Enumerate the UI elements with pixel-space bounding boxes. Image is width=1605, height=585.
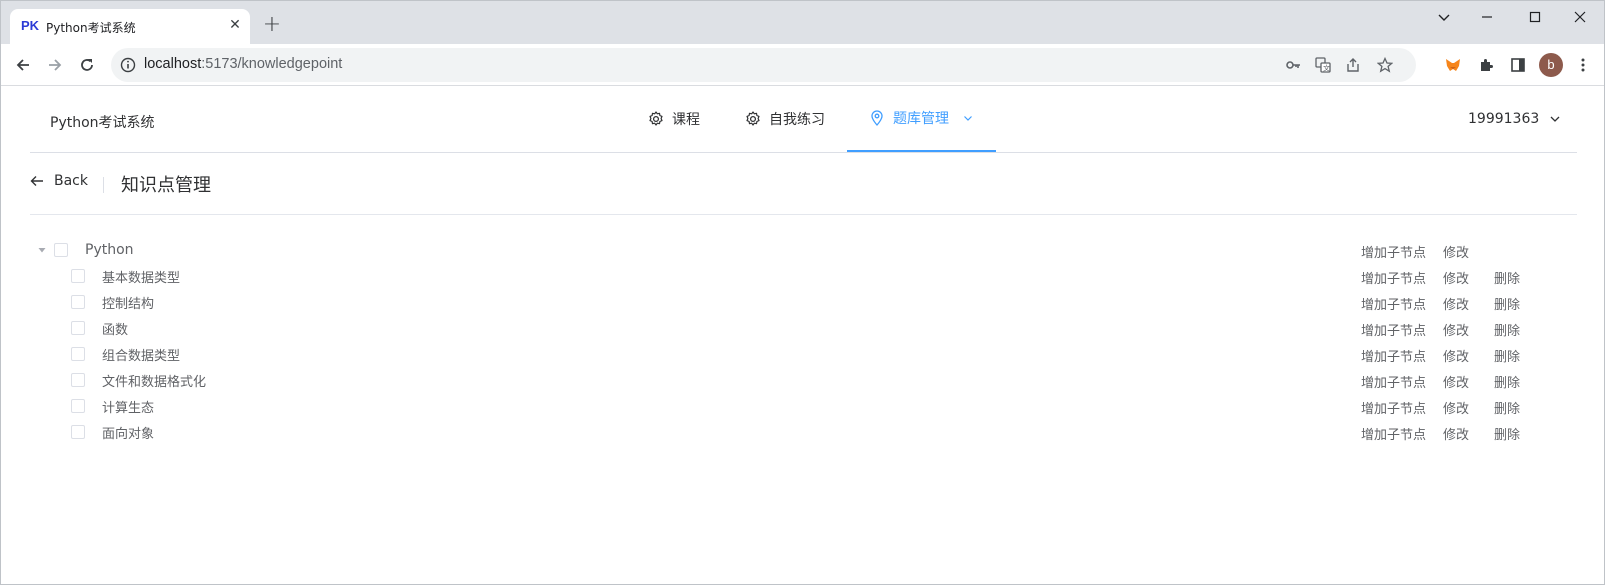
tab-search-icon[interactable] [1421, 5, 1467, 29]
delete-button[interactable]: 删除 [1494, 346, 1520, 365]
address-bar[interactable]: localhost:5173/knowledgepoint 文 [111, 48, 1416, 82]
arrow-left-icon [30, 176, 43, 186]
side-panel-icon[interactable] [1507, 54, 1529, 76]
edit-button[interactable]: 修改 [1443, 294, 1469, 313]
tab-close-icon[interactable]: ✕ [226, 16, 244, 34]
tree-node-actions: 增加子节点 修改 删除 [30, 341, 1577, 367]
tree-node[interactable]: 文件和数据格式化 增加子节点 修改 删除 [30, 367, 1577, 393]
user-dropdown[interactable]: 19991363 [1468, 86, 1561, 152]
add-child-button[interactable]: 增加子节点 [1361, 424, 1426, 443]
gear-icon [649, 111, 663, 126]
page-header: Back 知识点管理 [30, 153, 1577, 215]
forward-arrow-icon[interactable] [41, 51, 69, 79]
edit-button[interactable]: 修改 [1443, 268, 1469, 287]
menu-item-practice[interactable]: 自我练习 [745, 86, 825, 152]
menu-item-label: 题库管理 [893, 111, 949, 127]
tree-node-actions: 增加子节点 修改 [30, 237, 1577, 263]
menu-item-label: 自我练习 [769, 112, 825, 128]
tree-node-actions: 增加子节点 修改 删除 [30, 289, 1577, 315]
tree-node-actions: 增加子节点 修改 删除 [30, 367, 1577, 393]
location-icon [871, 110, 883, 126]
maximize-icon[interactable] [1512, 5, 1558, 29]
tree-node-actions: 增加子节点 修改 删除 [30, 315, 1577, 341]
menu-item-label: 课程 [672, 112, 700, 128]
add-child-button[interactable]: 增加子节点 [1361, 268, 1426, 287]
delete-button[interactable]: 删除 [1494, 424, 1520, 443]
app-header: Python考试系统 课程 自我练习 题库管理 19991363 [30, 86, 1577, 153]
tab-strip: PK Python考试系统 ✕ + [1, 1, 1604, 44]
add-child-button[interactable]: 增加子节点 [1361, 398, 1426, 417]
add-child-button[interactable]: 增加子节点 [1361, 294, 1426, 313]
delete-button[interactable]: 删除 [1494, 320, 1520, 339]
tree-node[interactable]: 函数 增加子节点 修改 删除 [30, 315, 1577, 341]
tree-node[interactable]: 面向对象 增加子节点 修改 删除 [30, 419, 1577, 445]
edit-button[interactable]: 修改 [1443, 424, 1469, 443]
site-info-icon[interactable] [119, 56, 137, 74]
back-arrow-icon[interactable] [9, 51, 37, 79]
tree-node[interactable]: 控制结构 增加子节点 修改 删除 [30, 289, 1577, 315]
menu-item-question-bank[interactable]: 题库管理 [847, 86, 996, 152]
key-icon[interactable] [1283, 55, 1303, 75]
edit-button[interactable]: 修改 [1443, 398, 1469, 417]
add-child-button[interactable]: 增加子节点 [1361, 320, 1426, 339]
tree-node[interactable]: 组合数据类型 增加子节点 修改 删除 [30, 341, 1577, 367]
back-button[interactable]: Back [30, 173, 88, 189]
svg-text:文: 文 [1323, 64, 1330, 73]
tree-root-node[interactable]: Python 增加子节点 修改 [30, 237, 1577, 263]
edit-button[interactable]: 修改 [1443, 346, 1469, 365]
add-child-button[interactable]: 增加子节点 [1361, 372, 1426, 391]
delete-button[interactable]: 删除 [1494, 294, 1520, 313]
tree-node[interactable]: 基本数据类型 增加子节点 修改 删除 [30, 263, 1577, 289]
menu-item-course[interactable]: 课程 [648, 86, 700, 152]
metamask-fox-icon[interactable] [1442, 54, 1464, 76]
share-icon[interactable] [1343, 55, 1363, 75]
gear-icon [746, 111, 760, 126]
chevron-down-icon [1550, 116, 1560, 122]
edit-button[interactable]: 修改 [1443, 242, 1469, 261]
edit-button[interactable]: 修改 [1443, 372, 1469, 391]
knowledge-tree: Python 增加子节点 修改 基本数据类型 增加子节点 修改 删除 控制结构 增加子节点 修改删… [30, 237, 1577, 445]
url-text[interactable]: localhost:5173/knowledgepoint [144, 56, 342, 72]
profile-avatar[interactable]: b [1539, 53, 1563, 77]
tree-node-actions: 增加子节点 修改 删除 [30, 393, 1577, 419]
tree-node-actions: 增加子节点 修改 删除 [30, 419, 1577, 445]
browser-toolbar: localhost:5173/knowledgepoint 文 b [1, 44, 1604, 86]
tree-node[interactable]: 计算生态 增加子节点 修改 删除 [30, 393, 1577, 419]
kebab-menu-icon[interactable] [1572, 54, 1594, 76]
user-id: 19991363 [1468, 111, 1540, 127]
browser-tab[interactable]: PK Python考试系统 ✕ [10, 9, 250, 44]
url-path: :5173/knowledgepoint [201, 56, 343, 72]
translate-icon[interactable]: 文 [1313, 55, 1333, 75]
add-child-button[interactable]: 增加子节点 [1361, 346, 1426, 365]
tree-node-actions: 增加子节点 修改 删除 [30, 263, 1577, 289]
bookmark-star-icon[interactable] [1375, 55, 1395, 75]
chevron-down-icon [964, 116, 972, 121]
tab-title: Python考试系统 [46, 21, 136, 35]
extensions-puzzle-icon[interactable] [1475, 54, 1497, 76]
browser-window: PK Python考试系统 ✕ + localhost:5173/knowled… [0, 0, 1605, 585]
page-title: 知识点管理 [121, 175, 211, 196]
delete-button[interactable]: 删除 [1494, 268, 1520, 287]
back-label: Back [54, 173, 88, 189]
edit-button[interactable]: 修改 [1443, 320, 1469, 339]
reload-icon[interactable] [73, 51, 101, 79]
new-tab-button[interactable]: + [260, 14, 284, 38]
window-close-icon[interactable] [1557, 5, 1603, 29]
delete-button[interactable]: 删除 [1494, 372, 1520, 391]
divider [103, 177, 104, 193]
url-host: localhost [144, 56, 202, 72]
minimize-icon[interactable] [1464, 5, 1510, 29]
add-child-button[interactable]: 增加子节点 [1361, 242, 1426, 261]
brand-title: Python考试系统 [50, 115, 155, 131]
delete-button[interactable]: 删除 [1494, 398, 1520, 417]
tab-favicon-icon: PK [21, 18, 40, 33]
